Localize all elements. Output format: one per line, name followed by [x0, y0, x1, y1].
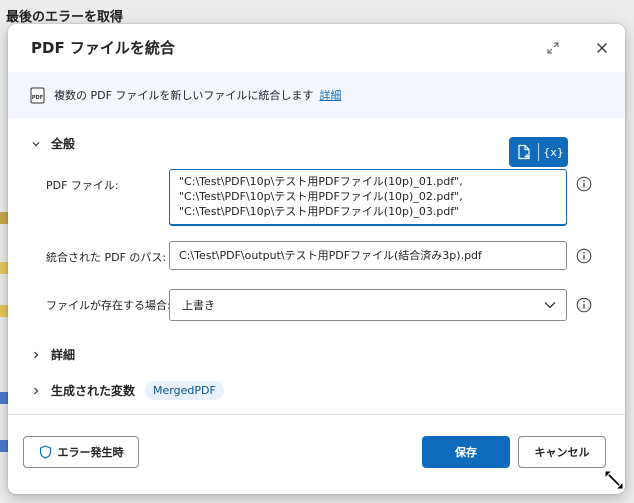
close-icon [597, 43, 607, 53]
background-edge-marker [0, 262, 8, 274]
footer-divider [8, 414, 625, 415]
input-helper-toolbar: {x} [509, 137, 568, 167]
pdf-icon: PDF [30, 87, 45, 103]
chevron-right-icon [29, 386, 43, 396]
if-exists-value: 上書き [182, 299, 215, 312]
section-details-label: 詳細 [51, 348, 76, 362]
svg-text:PDF: PDF [32, 95, 43, 101]
chevron-right-icon [29, 350, 43, 360]
on-error-button[interactable]: エラー発生時 [23, 436, 139, 468]
merged-path-input[interactable]: C:\Test\PDF\output\テスト用PDFファイル(結合済み3p).p… [169, 241, 567, 270]
merge-pdf-dialog: PDF ファイルを統合 PDF 複数の PDF ファイルを新しいファイルに統合し… [8, 24, 625, 494]
background-window-title: 最後のエラーを取得 [6, 10, 124, 25]
pdf-files-label: PDF ファイル: [46, 179, 119, 192]
file-picker-icon [517, 144, 530, 160]
info-icon[interactable] [576, 248, 592, 264]
close-button[interactable] [590, 36, 614, 60]
dialog-title: PDF ファイルを統合 [31, 39, 175, 57]
background-edge-marker [0, 305, 8, 317]
cancel-button[interactable]: キャンセル [518, 436, 606, 468]
shield-icon [39, 445, 51, 459]
merged-path-label: 統合された PDF のパス: [46, 251, 167, 264]
background-edge-marker [0, 212, 8, 224]
if-exists-label: ファイルが存在する場合: [46, 299, 171, 312]
dialog-header: PDF ファイルを統合 [8, 24, 625, 72]
save-button[interactable]: 保存 [422, 436, 510, 468]
insert-variable-button[interactable]: {x} [539, 137, 568, 167]
background-edge-marker [0, 392, 8, 404]
description-text: 複数の PDF ファイルを新しいファイルに統合します [54, 89, 314, 102]
expand-icon [547, 42, 559, 54]
on-error-label: エラー発生時 [57, 446, 124, 459]
if-exists-dropdown[interactable]: 上書き [169, 289, 567, 321]
select-file-button[interactable] [509, 137, 538, 167]
info-icon[interactable] [576, 297, 592, 313]
section-details-toggle[interactable]: 詳細 [29, 346, 75, 363]
info-icon[interactable] [576, 176, 592, 192]
resize-cursor-icon[interactable] [602, 468, 626, 492]
section-generated-vars-label: 生成された変数 [51, 384, 136, 398]
section-general-toggle[interactable]: 全般 [29, 135, 75, 152]
background-edge-marker [0, 440, 8, 452]
chevron-down-icon [544, 302, 556, 309]
section-generated-vars-toggle[interactable]: 生成された変数 MergedPDF [29, 381, 224, 400]
section-general-label: 全般 [51, 137, 76, 151]
variable-chip[interactable]: MergedPDF [145, 381, 224, 400]
description-bar: PDF 複数の PDF ファイルを新しいファイルに統合します 詳細 [8, 72, 625, 118]
expand-button[interactable] [541, 36, 565, 60]
details-link[interactable]: 詳細 [319, 87, 341, 103]
chevron-down-icon [29, 139, 43, 149]
pdf-files-input[interactable]: "C:\Test\PDF\10p\テスト用PDFファイル(10p)_01.pdf… [169, 169, 567, 226]
